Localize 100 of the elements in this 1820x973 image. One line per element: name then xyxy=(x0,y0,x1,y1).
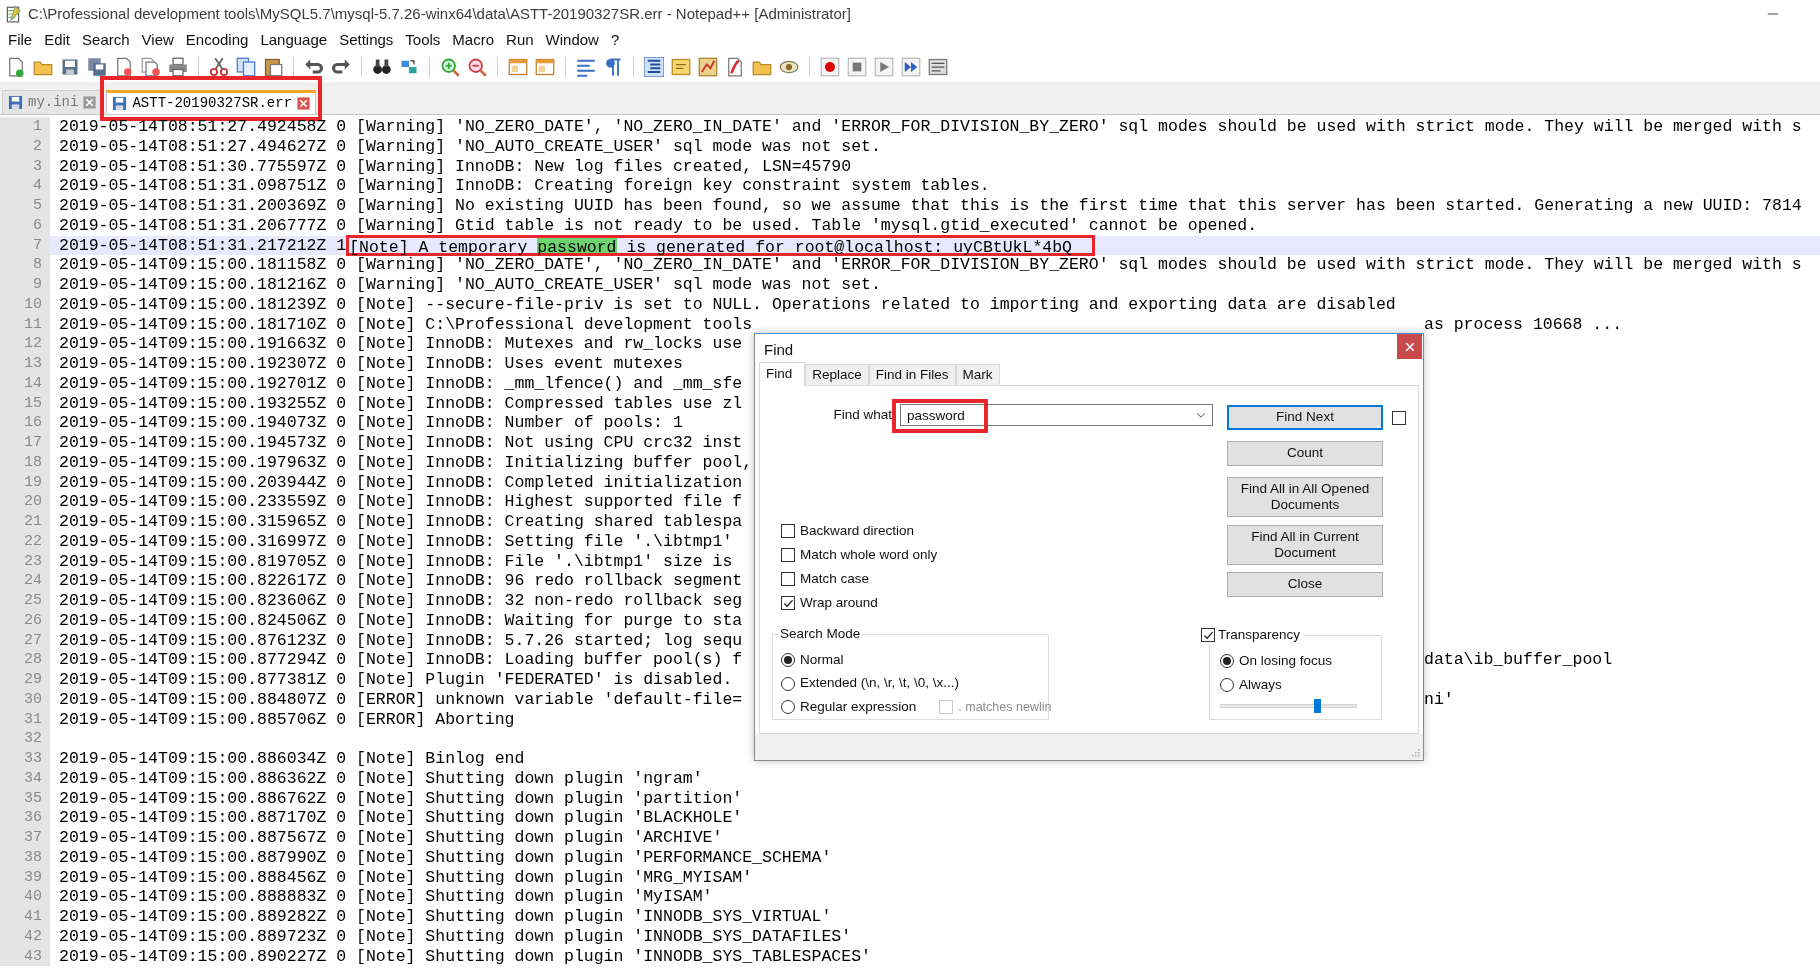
fast-forward-icon[interactable] xyxy=(901,57,921,77)
zoom-out-icon[interactable] xyxy=(467,57,487,77)
lines-icon[interactable] xyxy=(576,57,596,77)
log-text: ni' xyxy=(1424,689,1454,710)
radio-button[interactable] xyxy=(781,676,795,691)
dialog-tab[interactable]: Find xyxy=(759,362,806,386)
dialog-tab[interactable]: Find in Files xyxy=(868,364,956,385)
menu-item[interactable]: Window xyxy=(539,28,605,52)
redo-icon[interactable] xyxy=(331,57,351,77)
line-number: 41 xyxy=(24,907,42,927)
copy-icon[interactable] xyxy=(236,57,256,77)
checkbox[interactable] xyxy=(781,596,795,610)
log-text: 2019-05-14T08:51:31.200369Z 0 [Warning] No existing UUID has been found, so we assume that this is the first time that this server has been started. Generating a new UUID: 7814 xyxy=(59,196,1802,216)
close-icon[interactable] xyxy=(83,96,97,109)
indent-icon[interactable] xyxy=(644,57,664,77)
printer-icon[interactable] xyxy=(168,57,188,77)
menu-item[interactable]: Settings xyxy=(333,28,400,52)
log-text: 2019-05-14T09:15:00.197963Z 0 [Note] InnoDB: Initializing buffer pool, xyxy=(59,452,753,473)
log-text: 2019-05-14T09:15:00.887170Z 0 [Note] Shutting down plugin 'BLACKHOLE' xyxy=(59,808,743,828)
dialog-button[interactable]: Count xyxy=(1227,441,1383,466)
dialog-button[interactable]: Find All in Current Document xyxy=(1227,525,1383,565)
document-icon[interactable] xyxy=(6,57,26,77)
line-number: 33 xyxy=(24,749,42,769)
radio-button[interactable] xyxy=(1220,678,1234,692)
undo-icon[interactable] xyxy=(304,57,324,77)
line-number: 1 xyxy=(33,117,42,137)
line-number: 8 xyxy=(33,255,42,275)
dialog-button[interactable]: Close xyxy=(1227,572,1383,597)
play-icon[interactable] xyxy=(874,57,894,77)
menu-item[interactable]: Run xyxy=(500,28,540,52)
map-icon[interactable] xyxy=(698,57,718,77)
close-icon[interactable] xyxy=(297,97,311,110)
find-what-field[interactable]: password xyxy=(900,404,1213,426)
menu-item[interactable]: View xyxy=(135,28,180,52)
menu-item[interactable]: ? xyxy=(604,28,626,52)
log-text: 2019-05-14T09:15:00.192701Z 0 [Note] InnoDB: _mm_lfence() and _mm_sfe xyxy=(59,373,743,394)
checkbox[interactable] xyxy=(781,572,795,586)
radio-button[interactable] xyxy=(781,700,795,715)
window-icon[interactable] xyxy=(508,57,528,77)
checkbox-label: Match case xyxy=(800,569,870,588)
menu-item[interactable]: Search xyxy=(76,28,136,52)
paragraph-icon[interactable] xyxy=(603,57,623,77)
dialog-button[interactable]: Find Next xyxy=(1227,405,1383,430)
log-text: is generated for root@localhost: uyCBtUkL*4bQ xyxy=(625,237,1072,254)
log-text: 2019-05-14T09:15:00.181239Z 0 [Note] --secure-file-priv is set to NULL. Operations related to importing and exporting data are disabled xyxy=(59,294,1396,315)
scissors-icon[interactable] xyxy=(209,57,229,77)
checkbox[interactable] xyxy=(1392,410,1406,425)
window-icon[interactable] xyxy=(535,57,555,77)
line-number: 39 xyxy=(24,867,42,888)
disks-icon[interactable] xyxy=(87,57,107,77)
radio-label: Regular expression xyxy=(800,698,917,717)
menu-item[interactable]: Edit xyxy=(38,28,77,52)
line-number: 37 xyxy=(24,828,42,848)
close-button[interactable] xyxy=(1397,334,1422,359)
dialog-button[interactable]: Find All in All Opened Documents xyxy=(1227,477,1383,517)
slider-thumb[interactable] xyxy=(1314,699,1322,713)
log-text: 2019-05-14T08:51:31.217212Z 1 xyxy=(59,235,347,256)
file-tab[interactable]: my.ini xyxy=(2,90,103,114)
menu-item[interactable]: Encoding xyxy=(179,28,255,52)
radio-button[interactable] xyxy=(1220,654,1234,668)
checkbox-label: Backward direction xyxy=(800,521,915,540)
checkbox[interactable] xyxy=(1201,628,1215,643)
dialog-tab[interactable]: Mark xyxy=(955,364,1000,385)
window-title: C:\Professional development tools\MySQL5.7\mysql-5.7.26-winx64\data\ASTT-20190327SR.err - Notepad++ [Administrator] xyxy=(28,3,851,24)
resize-grip-icon[interactable] xyxy=(1409,746,1421,758)
line-number: 34 xyxy=(24,768,42,789)
log-text: 2019-05-14T08:51:27.494627Z 0 [Warning] 'NO_AUTO_CREATE_USER' sql mode was not set. xyxy=(59,136,881,157)
binoculars-icon[interactable] xyxy=(372,57,392,77)
line-number: 24 xyxy=(24,571,42,591)
line-number: 5 xyxy=(33,196,42,216)
log-text: 2019-05-14T09:15:00.822617Z 0 [Note] InnoDB: 96 redo rollback segment xyxy=(59,571,743,591)
log-text: 2019-05-14T09:15:00.886762Z 0 [Note] Shutting down plugin 'partition' xyxy=(59,788,743,809)
line-number: 7 xyxy=(33,235,42,256)
note-icon[interactable] xyxy=(671,57,691,77)
stop-icon[interactable] xyxy=(847,57,867,77)
menu-item[interactable]: Language xyxy=(254,28,334,52)
close-document-icon[interactable] xyxy=(114,57,134,77)
checkbox[interactable] xyxy=(781,524,795,538)
checkbox[interactable] xyxy=(781,548,795,562)
zoom-in-icon[interactable] xyxy=(440,57,460,77)
close-documents-icon[interactable] xyxy=(141,57,161,77)
record-icon[interactable] xyxy=(820,57,840,77)
log-text: 2019-05-14T09:15:00.887567Z 0 [Note] Shutting down plugin 'ARCHIVE' xyxy=(59,828,723,848)
menu-item[interactable]: Macro xyxy=(446,28,501,52)
checkbox-label: Match whole word only xyxy=(800,545,938,564)
clipboard-icon[interactable] xyxy=(263,57,283,77)
save-macro-icon[interactable] xyxy=(928,57,948,77)
log-text: 2019-05-14T09:15:00.886034Z 0 [Note] Binlog end xyxy=(59,749,525,769)
pen-document-icon[interactable] xyxy=(725,57,745,77)
menu-item[interactable]: File xyxy=(2,28,39,52)
line-number: 43 xyxy=(24,946,42,967)
log-text: 2019-05-14T09:15:00.824506Z 0 [Note] InnoDB: Waiting for purge to sta xyxy=(59,610,743,631)
slider-track[interactable] xyxy=(1220,699,1357,713)
log-text: 2019-05-14T09:15:00.191663Z 0 [Note] InnoDB: Mutexes and rw_locks use xyxy=(59,334,743,354)
check-icon xyxy=(782,597,794,609)
dialog-tab[interactable]: Replace xyxy=(805,364,869,385)
radio-button[interactable] xyxy=(781,652,795,667)
file-tab[interactable]: ASTT-20190327SR.err xyxy=(106,90,317,114)
menu-item[interactable]: Tools xyxy=(399,28,447,52)
check-icon xyxy=(1202,629,1214,641)
